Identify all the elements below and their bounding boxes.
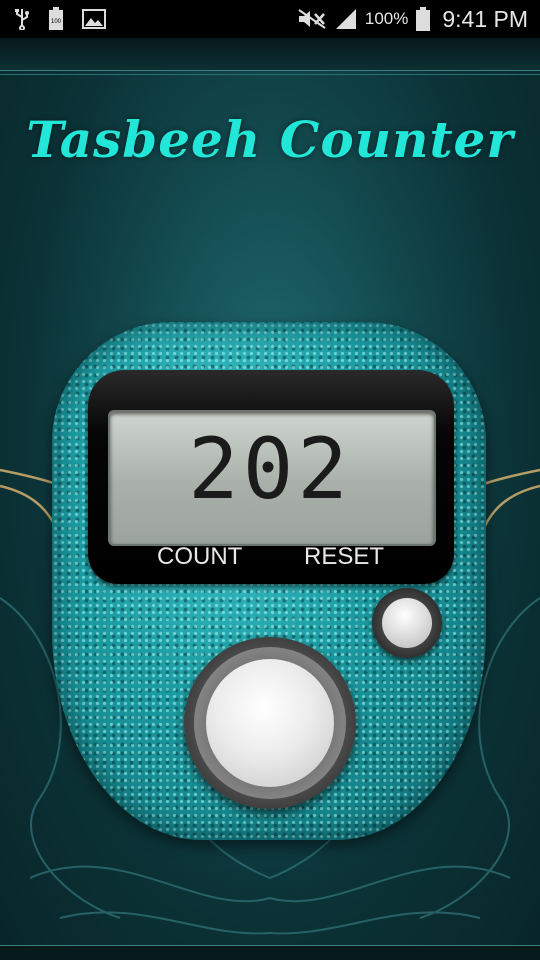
reset-label: RESET bbox=[304, 543, 385, 570]
battery-percent: 100% bbox=[364, 9, 409, 28]
count-button[interactable] bbox=[184, 637, 356, 809]
usb-icon bbox=[14, 8, 30, 30]
image-icon bbox=[82, 9, 106, 29]
reset-button[interactable] bbox=[372, 588, 442, 658]
count-label: COUNT bbox=[157, 543, 243, 570]
counter-value: 202 bbox=[188, 420, 352, 518]
bottom-band bbox=[0, 945, 540, 960]
signal-icon bbox=[335, 8, 357, 30]
clock: 9:41 PM bbox=[442, 5, 528, 32]
battery-full-icon: 100 bbox=[48, 7, 64, 31]
app-title: Tasbeeh Counter bbox=[26, 110, 514, 169]
mute-icon bbox=[297, 8, 327, 30]
status-bar: 100 100% 9:41 PM bbox=[0, 0, 540, 38]
battery-icon bbox=[416, 7, 431, 31]
svg-text:100: 100 bbox=[51, 19, 62, 25]
